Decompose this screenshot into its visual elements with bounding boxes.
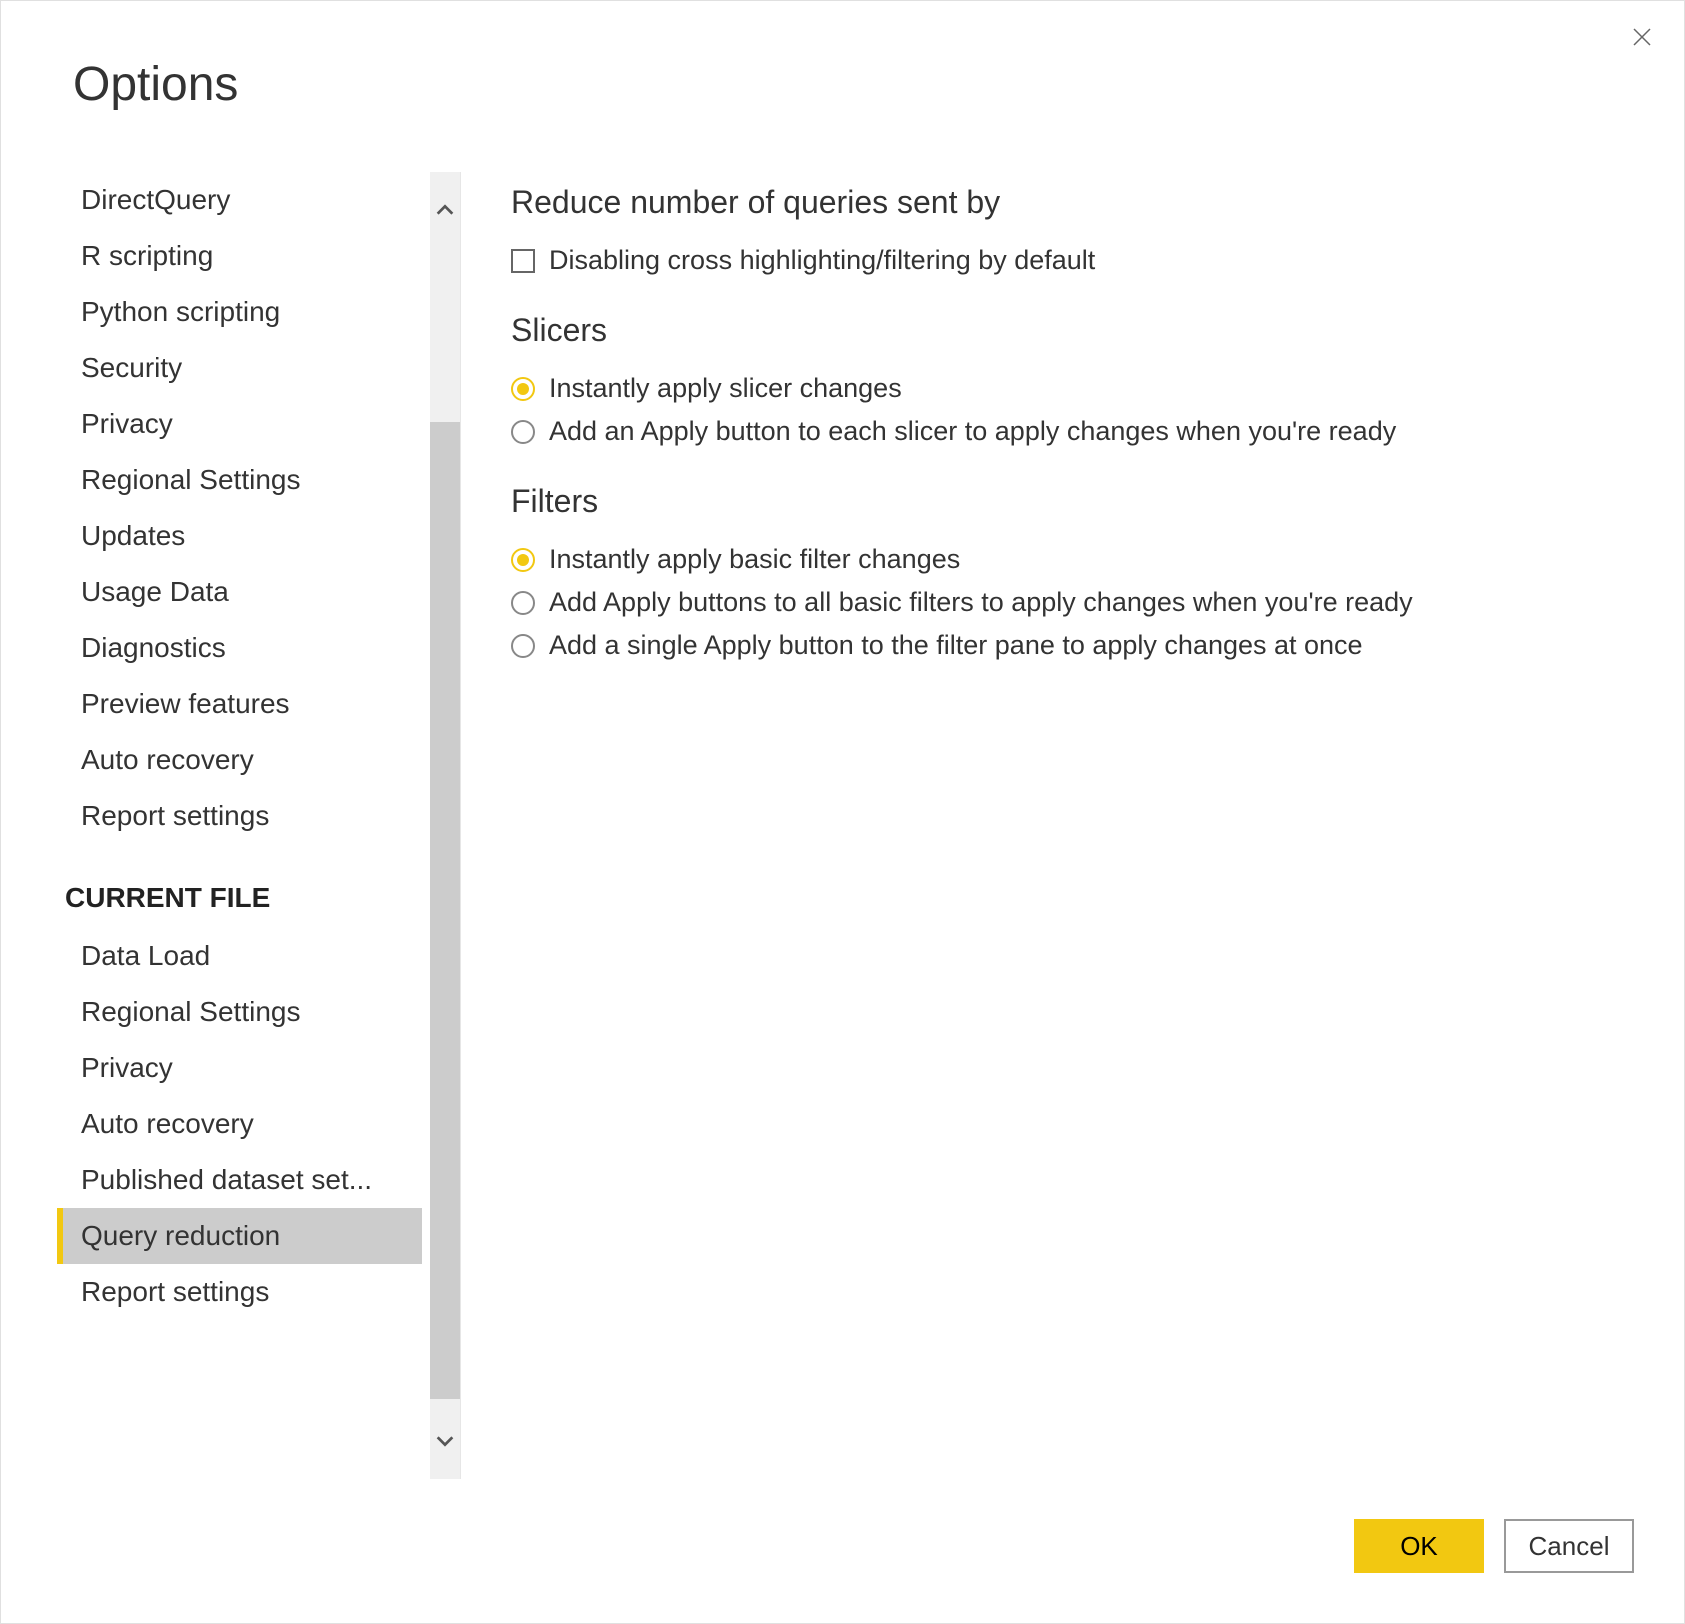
- filters-title: Filters: [511, 483, 1624, 520]
- radio-icon: [511, 420, 535, 444]
- radio-icon: [511, 377, 535, 401]
- checkbox-icon: [511, 249, 535, 273]
- options-dialog: Options DirectQuery R scripting Python s…: [0, 0, 1685, 1624]
- slicer-apply-radio[interactable]: Add an Apply button to each slicer to ap…: [511, 410, 1624, 453]
- filter-instant-label: Instantly apply basic filter changes: [549, 544, 960, 575]
- filter-single-apply-radio[interactable]: Add a single Apply button to the filter …: [511, 624, 1624, 667]
- slicer-apply-label: Add an Apply button to each slicer to ap…: [549, 416, 1396, 447]
- sidebar-item-preview-features[interactable]: Preview features: [57, 676, 422, 732]
- disable-cross-label: Disabling cross highlighting/filtering b…: [549, 245, 1095, 276]
- sidebar-item-diagnostics[interactable]: Diagnostics: [57, 620, 422, 676]
- sidebar-item-report-settings[interactable]: Report settings: [57, 788, 422, 844]
- filter-apply-all-label: Add Apply buttons to all basic filters t…: [549, 587, 1413, 618]
- sidebar-item-cf-regional-settings[interactable]: Regional Settings: [57, 984, 422, 1040]
- close-button[interactable]: [1628, 23, 1656, 51]
- sidebar-item-security[interactable]: Security: [57, 340, 422, 396]
- close-icon: [1630, 25, 1654, 49]
- slicer-instant-label: Instantly apply slicer changes: [549, 373, 902, 404]
- scroll-down-button[interactable]: [430, 1421, 460, 1461]
- slicers-title: Slicers: [511, 312, 1624, 349]
- ok-button[interactable]: OK: [1354, 1519, 1484, 1573]
- dialog-footer: OK Cancel: [1, 1479, 1684, 1623]
- sidebar-item-privacy[interactable]: Privacy: [57, 396, 422, 452]
- sidebar-item-r-scripting[interactable]: R scripting: [57, 228, 422, 284]
- sidebar-list: DirectQuery R scripting Python scripting…: [57, 172, 422, 1479]
- sidebar-item-python-scripting[interactable]: Python scripting: [57, 284, 422, 340]
- reduce-queries-title: Reduce number of queries sent by: [511, 184, 1624, 221]
- chevron-up-icon: [434, 199, 456, 221]
- sidebar-item-data-load[interactable]: Data Load: [57, 928, 422, 984]
- dialog-body: DirectQuery R scripting Python scripting…: [1, 112, 1684, 1479]
- scroll-up-button[interactable]: [430, 190, 460, 230]
- slicer-instant-radio[interactable]: Instantly apply slicer changes: [511, 367, 1624, 410]
- radio-icon: [511, 634, 535, 658]
- sidebar-item-auto-recovery[interactable]: Auto recovery: [57, 732, 422, 788]
- sidebar: DirectQuery R scripting Python scripting…: [1, 172, 461, 1479]
- sidebar-item-query-reduction[interactable]: Query reduction: [57, 1208, 422, 1264]
- filter-instant-radio[interactable]: Instantly apply basic filter changes: [511, 538, 1624, 581]
- filter-single-apply-label: Add a single Apply button to the filter …: [549, 630, 1363, 661]
- sidebar-item-usage-data[interactable]: Usage Data: [57, 564, 422, 620]
- sidebar-item-cf-privacy[interactable]: Privacy: [57, 1040, 422, 1096]
- filter-apply-all-radio[interactable]: Add Apply buttons to all basic filters t…: [511, 581, 1624, 624]
- radio-icon: [511, 591, 535, 615]
- chevron-down-icon: [434, 1430, 456, 1452]
- disable-cross-highlighting-checkbox[interactable]: Disabling cross highlighting/filtering b…: [511, 239, 1624, 282]
- cancel-button[interactable]: Cancel: [1504, 1519, 1634, 1573]
- sidebar-item-directquery[interactable]: DirectQuery: [57, 172, 422, 228]
- sidebar-item-published-dataset[interactable]: Published dataset set...: [57, 1152, 422, 1208]
- sidebar-item-cf-auto-recovery[interactable]: Auto recovery: [57, 1096, 422, 1152]
- sidebar-item-cf-report-settings[interactable]: Report settings: [57, 1264, 422, 1320]
- sidebar-scrollbar[interactable]: [430, 172, 460, 1479]
- scrollbar-thumb[interactable]: [430, 422, 460, 1399]
- content-pane: Reduce number of queries sent by Disabli…: [461, 172, 1684, 1479]
- sidebar-item-regional-settings[interactable]: Regional Settings: [57, 452, 422, 508]
- dialog-title: Options: [1, 1, 1684, 112]
- radio-icon: [511, 548, 535, 572]
- sidebar-section-current-file: CURRENT FILE: [57, 844, 422, 928]
- sidebar-item-updates[interactable]: Updates: [57, 508, 422, 564]
